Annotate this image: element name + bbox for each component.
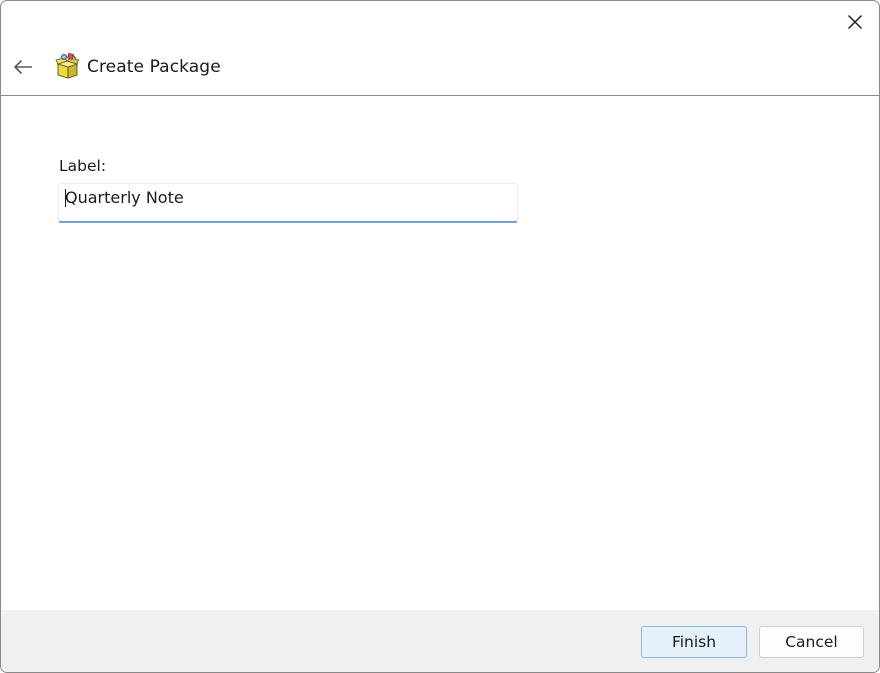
label-field-label: Label: bbox=[59, 157, 107, 175]
cancel-button[interactable]: Cancel bbox=[759, 626, 864, 658]
wizard-header: Create Package bbox=[1, 45, 879, 96]
package-box-icon bbox=[55, 53, 79, 79]
back-arrow-icon bbox=[13, 59, 32, 75]
text-caret bbox=[65, 189, 66, 207]
close-icon bbox=[848, 15, 862, 29]
finish-button[interactable]: Finish bbox=[641, 626, 747, 658]
label-text-box[interactable] bbox=[58, 183, 518, 223]
page-title: Create Package bbox=[87, 57, 221, 77]
label-input[interactable] bbox=[59, 184, 517, 221]
title-bar bbox=[1, 1, 879, 45]
back-button[interactable] bbox=[7, 53, 39, 81]
wizard-footer: Finish Cancel bbox=[1, 610, 879, 672]
create-package-dialog: Create Package Label: Finish Cancel bbox=[0, 0, 880, 673]
close-button[interactable] bbox=[831, 1, 879, 43]
